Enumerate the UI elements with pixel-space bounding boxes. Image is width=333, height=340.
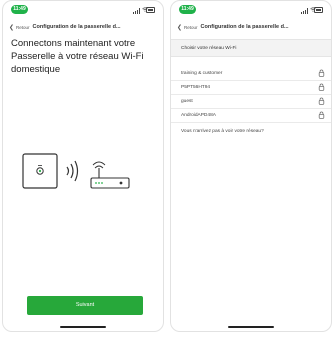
network-row[interactable]: AndroidAPD48A [171,109,331,123]
chevron-left-icon[interactable]: ❮ [177,24,182,31]
network-name: guest [181,99,193,104]
cell-signal-icon [133,8,141,14]
lock-icon [318,97,325,105]
network-help-link[interactable]: Vous n'arrivez pas à voir votre réseau? [181,129,323,134]
connection-illustration [22,153,130,189]
status-time: 11:49 [11,5,28,14]
home-indicator [60,326,106,328]
network-name: P5PT56HT94 [181,85,211,90]
cell-signal-icon [301,8,309,14]
router-icon [90,161,130,189]
status-bar: 11:49 [171,5,331,17]
nav-title: Configuration de la passerelle d... [200,24,289,30]
network-row[interactable]: P5PT56HT94 [171,81,331,95]
home-indicator [228,326,274,328]
network-name: training & customer [181,71,223,76]
phone-screen-network-list: 11:49 ❮ Retour Configuration de la passe… [170,0,332,332]
lock-icon [318,83,325,91]
wireless-signal-icon [66,160,79,182]
comparison-stage: 11:49 ❮ Retour Configuration de la passe… [0,0,333,340]
navigation-bar: ❮ Retour Configuration de la passerelle … [9,21,159,33]
chevron-left-icon[interactable]: ❮ [9,24,14,31]
network-row[interactable]: training & customer [171,67,331,81]
navigation-bar: ❮ Retour Configuration de la passerelle … [177,21,327,33]
back-button[interactable]: Retour [16,25,30,30]
wifi-network-list: training & customer P5PT56HT94 guest And… [171,67,331,123]
page-headline: Connectons maintenant votre Passerelle à… [11,38,144,75]
nav-title: Configuration de la passerelle d... [32,24,121,30]
battery-icon [314,7,323,13]
phone-screen-intro: 11:49 ❮ Retour Configuration de la passe… [2,0,164,332]
status-icons [133,6,155,14]
lock-icon [318,111,325,119]
battery-icon [146,7,155,13]
status-time: 11:49 [179,5,196,14]
wifi-section-header: Choisir votre réseau Wi-Fi [171,39,331,57]
back-button[interactable]: Retour [184,25,198,30]
network-name: AndroidAPD48A [181,113,216,118]
lock-icon [318,69,325,77]
status-icons [301,6,323,14]
status-bar: 11:49 [3,5,163,17]
next-button[interactable]: Suivant [27,296,143,315]
network-row[interactable]: guest [171,95,331,109]
gateway-device-icon [22,153,58,189]
